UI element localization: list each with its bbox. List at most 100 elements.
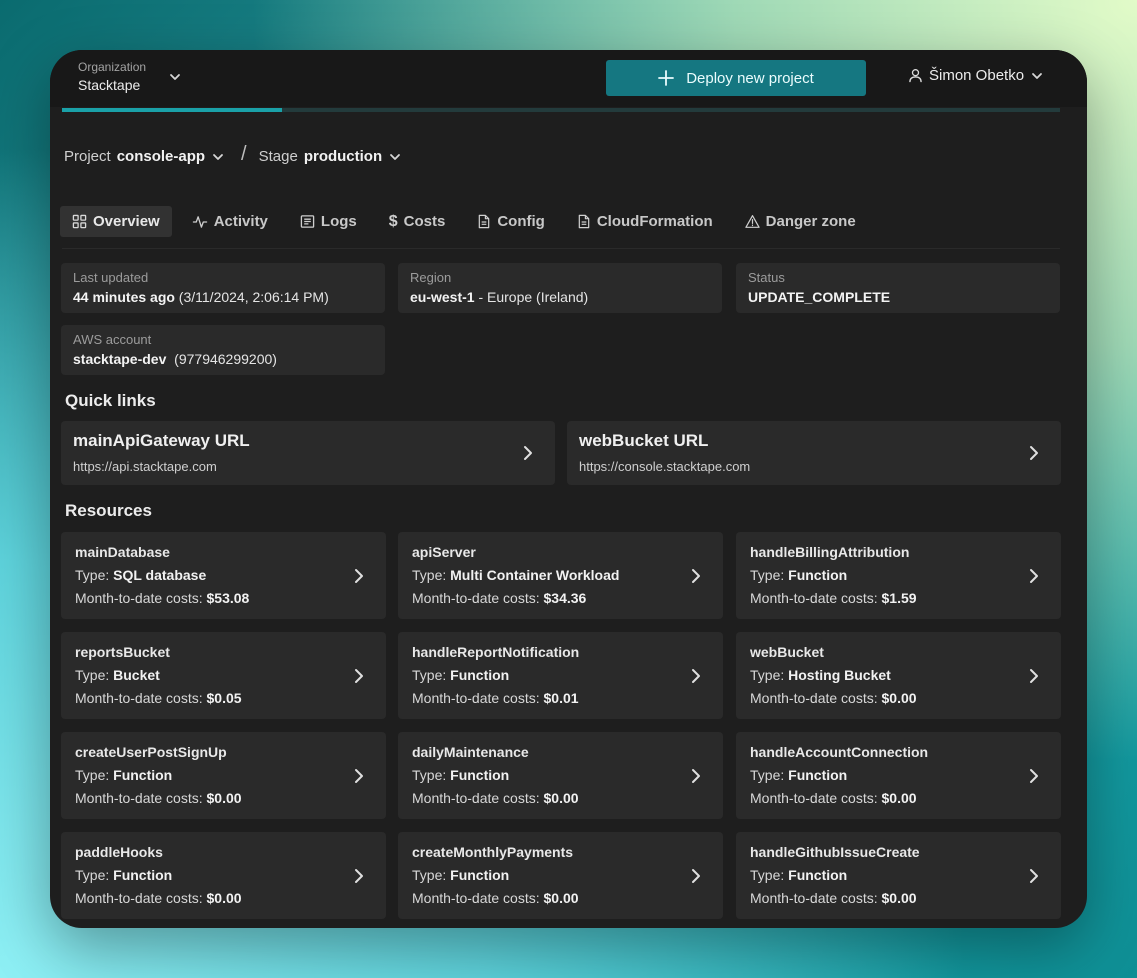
resource-card[interactable]: mainDatabase Type: SQL database Month-to-d… bbox=[61, 532, 386, 619]
info-value: UPDATE_COMPLETE bbox=[748, 289, 891, 305]
tab-overview[interactable]: Overview bbox=[60, 206, 172, 237]
resource-cost: Month-to-date costs: $0.05 bbox=[75, 690, 242, 706]
resource-type: Type: SQL database bbox=[75, 567, 207, 583]
resource-type: Type: Function bbox=[75, 767, 173, 783]
resource-card[interactable]: handleAccountConnection Type: Function Mon… bbox=[736, 732, 1061, 819]
stage-prefix: Stage bbox=[258, 148, 298, 165]
quick-link-card[interactable]: mainApiGateway URL https://api.stacktape… bbox=[61, 421, 555, 485]
tab-label: Danger zone bbox=[765, 213, 856, 230]
app-window: Organization Stacktape Deploy new projec… bbox=[50, 50, 1087, 928]
tab-config[interactable]: Config bbox=[465, 206, 556, 237]
tab-label: Activity bbox=[213, 213, 268, 230]
chevron-right-icon bbox=[1029, 668, 1039, 684]
organization-selector[interactable]: Organization Stacktape bbox=[78, 60, 146, 93]
activity-icon bbox=[192, 214, 208, 229]
resource-name: createUserPostSignUp bbox=[75, 744, 227, 760]
project-selector[interactable]: Project console-app bbox=[64, 148, 225, 165]
resource-cost: Month-to-date costs: $0.00 bbox=[75, 790, 242, 806]
chevron-right-icon bbox=[354, 868, 364, 884]
file-icon bbox=[577, 214, 591, 229]
stage-selector[interactable]: Stage production bbox=[259, 148, 403, 165]
resource-card[interactable]: dailyMaintenance Type: Function Month-to-d… bbox=[398, 732, 723, 819]
quick-link-title: mainApiGateway URL bbox=[73, 431, 250, 450]
resource-cost: Month-to-date costs: $0.00 bbox=[750, 890, 917, 906]
chevron-right-icon bbox=[691, 868, 701, 884]
resource-card[interactable]: handleGithubIssueCreate Type: Function Mon… bbox=[736, 832, 1061, 919]
resource-type: Type: Function bbox=[750, 767, 848, 783]
resource-cost: Month-to-date costs: $0.00 bbox=[412, 890, 579, 906]
resource-cost: Month-to-date costs: $53.08 bbox=[75, 590, 250, 606]
resource-name: handleBillingAttribution bbox=[750, 544, 910, 560]
resource-type: Type: Function bbox=[412, 667, 510, 683]
info-label: Status bbox=[748, 270, 785, 285]
quick-link-title: webBucket URL bbox=[579, 431, 709, 450]
top-bar: Organization Stacktape Deploy new projec… bbox=[50, 50, 1087, 107]
resource-name: handleReportNotification bbox=[412, 644, 580, 660]
resource-card[interactable]: paddleHooks Type: Function Month-to-date c… bbox=[61, 832, 386, 919]
resource-type: Type: Hosting Bucket bbox=[750, 667, 891, 683]
resource-card[interactable]: createUserPostSignUp Type: Function Month-… bbox=[61, 732, 386, 819]
tab-label: Costs bbox=[403, 213, 446, 230]
tab-label: Overview bbox=[93, 213, 160, 230]
resource-name: webBucket bbox=[750, 644, 824, 660]
chevron-right-icon bbox=[354, 768, 364, 784]
chevron-right-icon bbox=[354, 668, 364, 684]
chevron-down-icon bbox=[1030, 69, 1044, 83]
resource-type: Type: Function bbox=[750, 567, 848, 583]
resource-card[interactable]: reportsBucket Type: Bucket Month-to-date c… bbox=[61, 632, 386, 719]
resource-cost: Month-to-date costs: $34.36 bbox=[412, 590, 587, 606]
deploy-button-label: Deploy new project bbox=[686, 69, 814, 87]
resource-type: Type: Function bbox=[750, 867, 848, 883]
quick-link-card[interactable]: webBucket URL https://console.stacktape.… bbox=[567, 421, 1061, 485]
chevron-right-icon bbox=[1029, 768, 1039, 784]
resource-type: Type: Multi Container Workload bbox=[412, 567, 620, 583]
chevron-down-icon bbox=[388, 150, 402, 164]
project-name: console-app bbox=[116, 148, 206, 165]
tab-label: Logs bbox=[320, 213, 357, 230]
resource-cost: Month-to-date costs: $0.00 bbox=[75, 890, 242, 906]
user-menu[interactable]: Šimon Obetko bbox=[908, 67, 1044, 84]
grid-icon bbox=[72, 214, 87, 229]
breadcrumb: Project console-app / Stage production bbox=[64, 143, 403, 168]
warning-icon bbox=[744, 214, 760, 229]
last-updated-card: Last updated 44 minutes ago (3/11/2024, … bbox=[61, 263, 385, 313]
chevron-down-icon[interactable] bbox=[168, 70, 182, 84]
tab-costs[interactable]: $ Costs bbox=[377, 206, 458, 237]
chevron-right-icon bbox=[691, 768, 701, 784]
tab-cloudformation[interactable]: CloudFormation bbox=[565, 206, 725, 237]
organization-label: Organization bbox=[78, 60, 147, 74]
resource-type: Type: Function bbox=[412, 867, 510, 883]
tab-logs[interactable]: Logs bbox=[288, 206, 369, 237]
tab-label: Config bbox=[497, 213, 545, 230]
organization-name: Stacktape bbox=[78, 77, 141, 93]
tab-danger-zone[interactable]: Danger zone bbox=[733, 206, 868, 237]
resource-cost: Month-to-date costs: $0.00 bbox=[750, 690, 917, 706]
resource-cost: Month-to-date costs: $0.01 bbox=[412, 690, 579, 706]
breadcrumb-separator: / bbox=[241, 143, 247, 165]
info-value: eu-west-1 - Europe (Ireland) bbox=[410, 289, 589, 305]
info-value: stacktape-dev (977946299200) bbox=[73, 351, 277, 367]
quick-link-url: https://api.stacktape.com bbox=[73, 459, 217, 474]
resource-type: Type: Function bbox=[75, 867, 173, 883]
resource-name: handleGithubIssueCreate bbox=[750, 844, 920, 860]
region-card: Region eu-west-1 - Europe (Ireland) bbox=[398, 263, 722, 313]
resource-cost: Month-to-date costs: $1.59 bbox=[750, 590, 917, 606]
resource-name: mainDatabase bbox=[75, 544, 170, 560]
resource-card[interactable]: createMonthlyPayments Type: Function Month… bbox=[398, 832, 723, 919]
divider bbox=[62, 248, 1060, 249]
resource-card[interactable]: apiServer Type: Multi Container Workload M… bbox=[398, 532, 723, 619]
loading-progress-bar bbox=[62, 108, 1060, 112]
tab-activity[interactable]: Activity bbox=[180, 206, 280, 237]
resource-card[interactable]: handleBillingAttribution Type: Function Mo… bbox=[736, 532, 1061, 619]
chevron-down-icon bbox=[211, 150, 225, 164]
info-label: AWS account bbox=[73, 332, 152, 347]
tab-label: CloudFormation bbox=[596, 213, 713, 230]
chevron-right-icon bbox=[691, 668, 701, 684]
quick-links-title: Quick links bbox=[65, 391, 156, 410]
user-icon bbox=[908, 68, 923, 83]
resource-card[interactable]: webBucket Type: Hosting Bucket Month-to-da… bbox=[736, 632, 1061, 719]
resource-name: handleAccountConnection bbox=[750, 744, 929, 760]
deploy-new-project-button[interactable]: Deploy new project bbox=[606, 60, 866, 96]
chevron-right-icon bbox=[1029, 568, 1039, 584]
resource-card[interactable]: handleReportNotification Type: Function Mo… bbox=[398, 632, 723, 719]
